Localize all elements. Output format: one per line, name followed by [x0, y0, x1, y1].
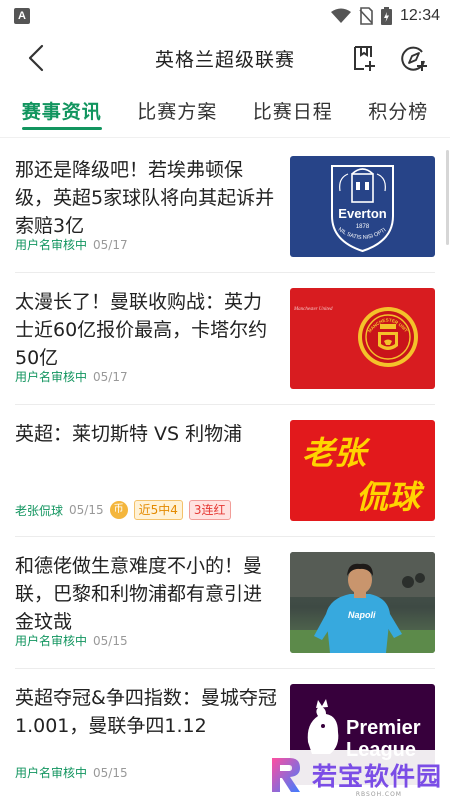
- news-meta: 用户名审核中 05/17: [15, 236, 128, 253]
- win-streak-badge: 3连红: [188, 500, 231, 520]
- news-list: 那还是降级吧！若埃弗顿保级，英超5家球队将向其起诉并索赔3亿 用户名审核中 05…: [0, 142, 450, 800]
- tab-bar: 赛事资讯 比赛方案 比赛日程 积分榜: [0, 84, 450, 138]
- everton-crest-icon: Everton 1878 NIL SATIS NISI OPTIMUM: [290, 156, 394, 253]
- compass-add-icon: [401, 46, 427, 71]
- status-bar: A 12:34: [0, 0, 450, 32]
- list-item[interactable]: 英超：莱切斯特 VS 利物浦 老张侃球 05/15 币 近5中4 3连红 老张 …: [15, 406, 435, 537]
- news-date: 05/15: [93, 765, 128, 780]
- footballer-photo-thumbnail: Napoli: [290, 552, 435, 653]
- news-meta: 老张侃球 05/15 币 近5中4 3连红: [15, 500, 231, 520]
- news-meta: 用户名审核中 05/15: [15, 764, 128, 781]
- bookmark-add-button[interactable]: [348, 42, 380, 74]
- tab-news[interactable]: 赛事资讯: [21, 84, 102, 138]
- jersey-sponsor-text: Napoli: [348, 610, 376, 620]
- calligraphy-thumbnail: 老张 侃球: [290, 420, 435, 521]
- watermark-text: 若宝软件园: [312, 762, 443, 791]
- news-date: 05/15: [93, 633, 128, 648]
- news-date: 05/17: [93, 369, 128, 384]
- list-item[interactable]: 太漫长了！曼联收购战：英力士近60亿报价最高，卡塔尔约50亿 用户名审核中 05…: [15, 274, 435, 405]
- bookmark-add-icon: [354, 46, 375, 71]
- clock: 12:34: [399, 7, 440, 24]
- watermark: 若宝软件园 RBSOH.COM: [250, 750, 450, 800]
- calligraphy-line-2: 侃球: [356, 478, 425, 516]
- news-date: 05/17: [93, 237, 128, 252]
- list-item[interactable]: 那还是降级吧！若埃弗顿保级，英超5家球队将向其起诉并索赔3亿 用户名审核中 05…: [15, 142, 435, 273]
- news-date: 05/15: [69, 503, 104, 517]
- news-source: 用户名审核中: [15, 238, 88, 252]
- hit-rate-badge: 近5中4: [133, 500, 183, 520]
- news-title: 英超：莱切斯特 VS 利物浦: [15, 423, 243, 445]
- news-title: 和德佬做生意难度不小的！曼联，巴黎和利物浦都有意引进金玟哉: [15, 555, 263, 633]
- premier-league-line-1: Premier: [346, 717, 421, 739]
- chevron-left-icon: [28, 44, 44, 72]
- tab-schedule[interactable]: 比赛日程: [253, 84, 333, 138]
- battery-charging-icon: [380, 7, 392, 25]
- list-item[interactable]: 和德佬做生意难度不小的！曼联，巴黎和利物浦都有意引进金玟哉 用户名审核中 05/…: [15, 538, 435, 669]
- back-button[interactable]: [20, 42, 52, 74]
- manchester-united-crest-icon: Manchester United MANCHESTER UNITED: [290, 288, 418, 367]
- follow-button[interactable]: [398, 42, 430, 74]
- news-source: 用户名审核中: [15, 370, 88, 384]
- coin-badge: 币: [109, 501, 128, 519]
- watermark-url: RBSOH.COM: [355, 791, 402, 798]
- manchester-united-thumbnail: Manchester United MANCHESTER UNITED: [290, 288, 435, 389]
- footballer-photo: Napoli: [290, 552, 435, 653]
- app-header: 英格兰超级联赛: [0, 32, 450, 84]
- news-title: 英超夺冠&争四指数：曼城夺冠1.001，曼联争四1.12: [15, 687, 277, 737]
- app-notification-icon: A: [14, 8, 30, 24]
- news-title: 那还是降级吧！若埃弗顿保级，英超5家球队将向其起诉并索赔3亿: [15, 159, 275, 237]
- everton-logo-name: Everton: [338, 206, 386, 221]
- news-source: 用户名审核中: [15, 634, 88, 648]
- calligraphy-image: 老张 侃球: [302, 434, 425, 516]
- everton-logo-thumbnail: Everton 1878 NIL SATIS NISI OPTIMUM: [290, 156, 435, 257]
- news-meta: 用户名审核中 05/17: [15, 368, 128, 385]
- news-source: 老张侃球: [15, 503, 64, 518]
- news-meta: 用户名审核中 05/15: [15, 632, 128, 649]
- no-sim-icon: [359, 7, 373, 25]
- news-title: 太漫长了！曼联收购战：英力士近60亿报价最高，卡塔尔约50亿: [15, 291, 268, 369]
- page-title: 英格兰超级联赛: [154, 48, 295, 71]
- tab-standings[interactable]: 积分榜: [368, 84, 428, 138]
- wifi-icon: [330, 8, 351, 23]
- tab-plans[interactable]: 比赛方案: [137, 84, 217, 138]
- watermark-logo-icon: [272, 758, 300, 792]
- news-source: 用户名审核中: [15, 766, 88, 780]
- calligraphy-line-1: 老张: [302, 434, 371, 472]
- manutd-caption: Manchester United: [293, 307, 333, 312]
- everton-logo-year: 1878: [356, 224, 370, 230]
